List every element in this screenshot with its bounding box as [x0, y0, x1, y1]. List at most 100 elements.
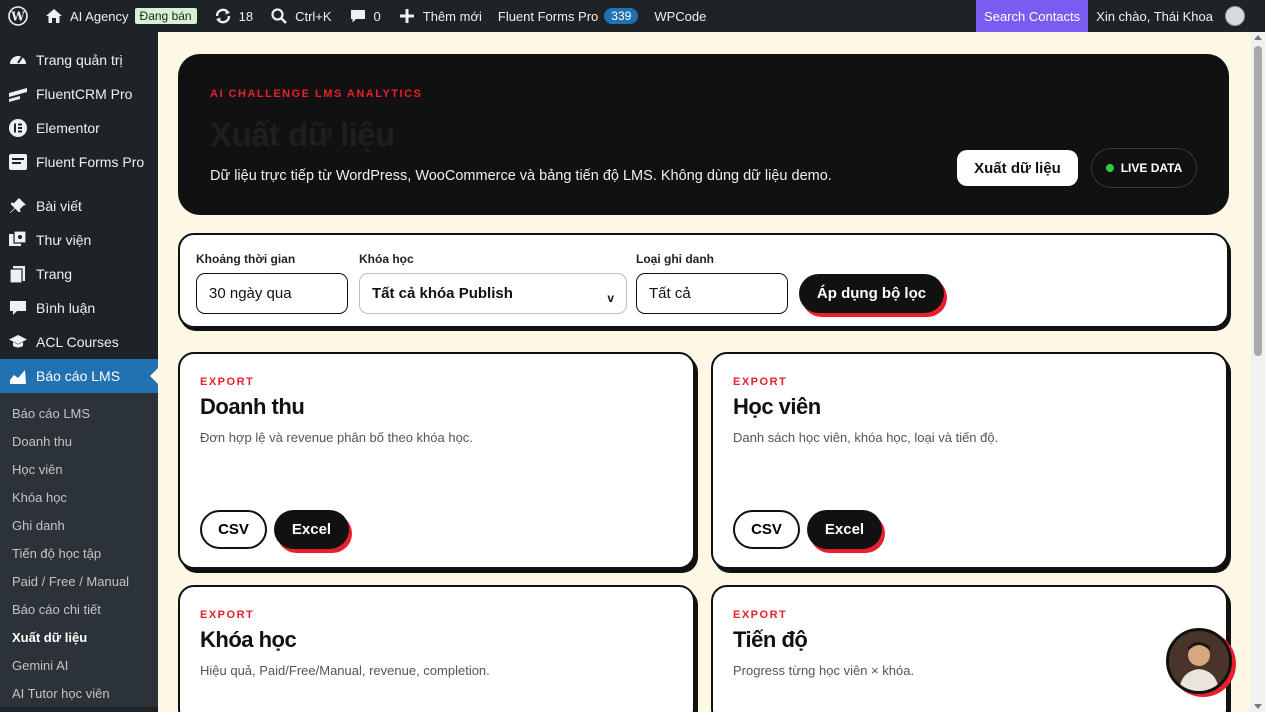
live-data-badge: LIVE DATA: [1091, 148, 1197, 188]
submenu-item-detailed-report[interactable]: Báo cáo chi tiết: [0, 595, 158, 623]
admin-sidebar: Trang quản trị FluentCRM Pro Elementor F…: [0, 32, 158, 712]
sidebar-item-pages[interactable]: Trang: [0, 257, 158, 291]
time-range-label: Khoảng thời gian: [196, 252, 296, 266]
fluentcrm-icon: [8, 84, 28, 104]
updates-icon: [213, 6, 233, 26]
fluent-forms-count: 339: [604, 8, 639, 24]
scroll-up-arrow-icon[interactable]: [1254, 35, 1262, 40]
user-avatar: [1225, 6, 1245, 26]
comment-icon: [8, 298, 28, 318]
card-description: Progress từng học viên × khóa.: [733, 663, 915, 678]
updates-count: 18: [238, 8, 254, 24]
comments-count: 0: [373, 8, 381, 24]
sidebar-item-acl-courses[interactable]: ACL Courses: [0, 325, 158, 359]
export-csv-button[interactable]: CSV: [733, 510, 800, 549]
add-new-label: Thêm mới: [422, 8, 482, 24]
page-title: Xuất dữ liệu: [210, 116, 395, 153]
course-select-value: Tất cả khóa Publish: [372, 285, 513, 302]
scrollbar-thumb[interactable]: [1254, 46, 1262, 356]
card-title: Khóa học: [200, 627, 297, 652]
wpcode-link[interactable]: WPCode: [646, 0, 714, 32]
sidebar-item-media[interactable]: Thư viện: [0, 223, 158, 257]
course-select[interactable]: Tất cả khóa Publish v: [359, 273, 627, 314]
media-icon: [8, 230, 28, 250]
submenu-item-export-data[interactable]: Xuất dữ liệu: [0, 623, 158, 651]
comment-icon: [348, 6, 368, 26]
updates-link[interactable]: 18: [205, 0, 261, 32]
chevron-down-icon: v: [607, 291, 614, 305]
export-excel-button[interactable]: Excel: [807, 510, 882, 549]
site-name-link[interactable]: AI Agency Đang bán: [36, 0, 205, 32]
export-card-students: EXPORT Học viên Danh sách học viên, khóa…: [711, 352, 1228, 569]
fluentforms-icon: [8, 152, 28, 172]
card-kicker: EXPORT: [200, 609, 255, 621]
site-name: AI Agency: [70, 8, 129, 24]
wpcode-label: WPCode: [654, 8, 707, 24]
user-account-menu[interactable]: Xin chào, Thái Khoa: [1088, 0, 1265, 32]
wordpress-icon: W: [8, 6, 28, 26]
apply-filter-button[interactable]: Áp dụng bộ lọc: [799, 274, 944, 313]
sidebar-item-comments[interactable]: Bình luận: [0, 291, 158, 325]
sidebar-item-label: Báo cáo LMS: [36, 368, 121, 384]
card-kicker: EXPORT: [200, 376, 255, 388]
search-contacts-button[interactable]: Search Contacts: [976, 0, 1089, 32]
export-card-revenue: EXPORT Doanh thu Đơn hợp lệ và revenue p…: [178, 352, 695, 569]
sidebar-item-label: Bình luận: [36, 300, 96, 316]
export-excel-button[interactable]: Excel: [274, 510, 349, 549]
hero-kicker: AI CHALLENGE LMS ANALYTICS: [210, 88, 423, 100]
submenu-item-students[interactable]: Học viên: [0, 455, 158, 483]
person-avatar-icon: [1169, 631, 1229, 691]
home-icon: [44, 6, 64, 26]
wp-logo-button[interactable]: W: [0, 0, 36, 32]
elementor-icon: [8, 118, 28, 138]
page-icon: [8, 264, 28, 284]
sidebar-item-label: Thư viện: [36, 232, 92, 248]
admin-bar: W AI Agency Đang bán 18 Ctrl+K 0 Thêm mớ…: [0, 0, 1265, 32]
submenu-item-revenue[interactable]: Doanh thu: [0, 427, 158, 455]
page-scrollbar[interactable]: [1251, 32, 1265, 712]
add-new-menu[interactable]: Thêm mới: [389, 0, 490, 32]
submenu-item-enrollments[interactable]: Ghi danh: [0, 511, 158, 539]
sidebar-item-dashboard[interactable]: Trang quản trị: [0, 43, 158, 77]
enrollment-type-label: Loại ghi danh: [636, 252, 714, 266]
sidebar-item-label: Fluent Forms Pro: [36, 154, 145, 170]
live-status-dot: [1105, 164, 1114, 172]
export-card-courses: EXPORT Khóa học Hiệu quả, Paid/Free/Manu…: [178, 585, 695, 712]
sidebar-item-elementor[interactable]: Elementor: [0, 111, 158, 145]
card-title: Tiến độ: [733, 627, 808, 652]
hero-panel: AI CHALLENGE LMS ANALYTICS Xuất dữ liệu …: [178, 54, 1229, 215]
search-icon: [269, 6, 289, 26]
card-description: Hiệu quả, Paid/Free/Manual, revenue, com…: [200, 663, 490, 678]
submenu-item-paid-free-manual[interactable]: Paid / Free / Manual: [0, 567, 158, 595]
export-card-progress: EXPORT Tiến độ Progress từng học viên × …: [711, 585, 1228, 712]
sidebar-item-fluentcrm[interactable]: FluentCRM Pro: [0, 77, 158, 111]
card-title: Doanh thu: [200, 394, 305, 419]
sidebar-item-label: Bài viết: [36, 198, 82, 214]
sidebar-item-label: FluentCRM Pro: [36, 86, 133, 102]
dashboard-icon: [8, 50, 28, 70]
svg-text:W: W: [10, 10, 25, 24]
sidebar-item-fluent-forms[interactable]: Fluent Forms Pro: [0, 145, 158, 179]
sidebar-item-label: Elementor: [36, 120, 100, 136]
sidebar-item-label: Trang quản trị: [36, 52, 123, 68]
submenu-item-lms-reports[interactable]: Báo cáo LMS: [0, 399, 158, 427]
submenu-item-progress[interactable]: Tiến độ học tập: [0, 539, 158, 567]
chat-assistant-avatar[interactable]: [1166, 628, 1232, 694]
sidebar-item-label: Trang: [36, 266, 73, 282]
submenu-item-gemini-ai[interactable]: Gemini AI: [0, 651, 158, 679]
command-palette-button[interactable]: Ctrl+K: [261, 0, 339, 32]
submenu-item-ai-tutor[interactable]: AI Tutor học viên: [0, 679, 158, 707]
enrollment-type-field[interactable]: Tất cả: [636, 273, 788, 314]
time-range-field[interactable]: 30 ngày qua: [196, 273, 348, 314]
export-data-button[interactable]: Xuất dữ liệu: [957, 150, 1078, 186]
search-shortcut: Ctrl+K: [295, 8, 332, 24]
comments-link[interactable]: 0: [340, 0, 389, 32]
submenu-item-courses[interactable]: Khóa học: [0, 483, 158, 511]
hero-description: Dữ liệu trực tiếp từ WordPress, WooComme…: [210, 168, 832, 184]
sidebar-item-lms-reports[interactable]: Báo cáo LMS: [0, 359, 158, 393]
sidebar-item-posts[interactable]: Bài viết: [0, 189, 158, 223]
export-csv-button[interactable]: CSV: [200, 510, 267, 549]
scroll-down-arrow-icon[interactable]: [1254, 704, 1262, 709]
fluent-forms-link[interactable]: Fluent Forms Pro 339: [490, 0, 646, 32]
chart-area-icon: [8, 366, 28, 386]
